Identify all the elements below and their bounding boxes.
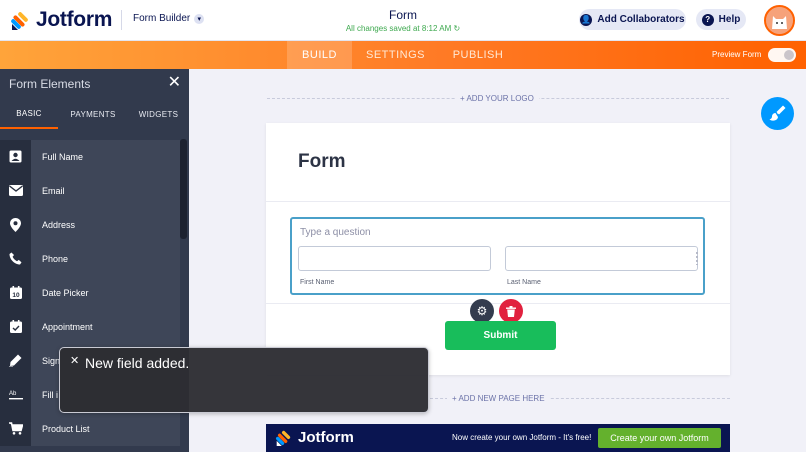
close-icon[interactable]: ✕	[70, 354, 79, 367]
save-status-text: All changes saved at 8:12 AM	[345, 24, 452, 33]
add-collaborators-button[interactable]: 👤 Add Collaborators	[579, 9, 686, 30]
form-card: Form Type a question First Name Last Nam…	[266, 123, 730, 375]
save-status: All changes saved at 8:12 AM ↻	[0, 24, 806, 33]
user-plus-icon: 👤	[580, 13, 593, 26]
gear-icon: ⚙	[476, 304, 488, 318]
svg-text:10: 10	[12, 292, 20, 299]
banner-text: Now create your own Jotform - It's free!	[452, 433, 592, 442]
preview-form-label: Preview Form	[712, 50, 762, 59]
drag-handle-icon[interactable]	[695, 251, 699, 265]
sidebar-item-label: Full Name	[31, 139, 180, 174]
pen-icon	[9, 354, 22, 367]
banner-logo-text: Jotform	[298, 429, 354, 446]
sidebar-item-appointment[interactable]: Appointment	[0, 309, 180, 344]
question-label[interactable]: Type a question	[300, 227, 371, 238]
jotform-promo-banner: Jotform Now create your own Jotform - It…	[266, 424, 730, 452]
full-name-field[interactable]: Type a question First Name Last Name	[290, 217, 705, 295]
tab-widgets[interactable]: WIDGETS	[128, 99, 189, 129]
avatar[interactable]	[764, 5, 795, 36]
sidebar-item-product-list[interactable]: Product List	[0, 411, 180, 446]
trash-icon	[506, 305, 516, 317]
element-tabs: BASIC PAYMENTS WIDGETS	[0, 99, 189, 129]
help-button[interactable]: ? Help	[696, 9, 746, 30]
preview-form-toggle[interactable]	[768, 48, 796, 62]
tab-build[interactable]: BUILD	[287, 41, 352, 69]
top-bar: Jotform Form Builder ▾ Form All changes …	[0, 0, 806, 41]
sidebar-item-label: Address	[31, 207, 180, 242]
first-name-sublabel: First Name	[300, 279, 335, 286]
fill-blank-icon: Ab	[8, 391, 23, 399]
sidebar-item-phone[interactable]: Phone	[0, 241, 180, 276]
form-heading[interactable]: Form	[298, 151, 346, 173]
builder-nav-bar: BUILD SETTINGS PUBLISH Preview Form	[0, 41, 806, 69]
sidebar-item-label: Product List	[31, 411, 180, 446]
person-card-icon	[9, 150, 22, 163]
sidebar-item-label: Date Picker	[31, 275, 180, 310]
create-jotform-button[interactable]: Create your own Jotform	[598, 428, 721, 448]
first-name-input[interactable]	[298, 246, 491, 271]
calendar-check-icon	[9, 320, 22, 333]
form-elements-title: Form Elements	[9, 77, 91, 91]
cart-icon	[8, 422, 23, 435]
delete-field-button[interactable]	[499, 299, 523, 323]
map-pin-icon	[10, 217, 21, 232]
last-name-sublabel: Last Name	[507, 279, 541, 286]
paint-brush-icon	[769, 105, 786, 121]
last-name-input[interactable]	[505, 246, 698, 271]
sidebar-item-date-picker[interactable]: 10 Date Picker	[0, 275, 180, 310]
tab-settings[interactable]: SETTINGS	[357, 41, 434, 69]
refresh-icon: ↻	[453, 24, 461, 33]
calendar-icon: 10	[9, 286, 22, 299]
banner-logo[interactable]: Jotform	[275, 429, 354, 446]
add-logo-link[interactable]: + ADD YOUR LOGO	[455, 94, 539, 103]
help-label: Help	[718, 14, 741, 25]
svg-text:Ab: Ab	[9, 391, 17, 397]
toast-message: New field added.	[85, 355, 190, 371]
card-divider	[266, 201, 730, 202]
submit-button[interactable]: Submit	[445, 321, 556, 350]
form-designer-button[interactable]	[761, 97, 794, 130]
phone-icon	[9, 252, 22, 265]
sidebar-item-address[interactable]: Address	[0, 207, 180, 242]
question-icon: ?	[701, 13, 714, 26]
close-icon[interactable]: ✕	[168, 75, 181, 91]
sidebar-item-full-name[interactable]: Full Name	[0, 139, 180, 174]
add-new-page-link[interactable]: + ADD NEW PAGE HERE	[447, 394, 550, 403]
sidebar-item-label: Phone	[31, 241, 180, 276]
toast-notification: ✕ New field added.	[59, 347, 429, 413]
sidebar-item-email[interactable]: Email	[0, 173, 180, 208]
tab-basic[interactable]: BASIC	[0, 99, 58, 129]
tab-publish[interactable]: PUBLISH	[444, 41, 512, 69]
form-elements-header: Form Elements	[0, 69, 189, 99]
sidebar-scrollbar[interactable]	[180, 139, 187, 239]
add-collaborators-label: Add Collaborators	[597, 14, 685, 25]
card-divider	[266, 303, 730, 304]
cat-avatar-icon	[766, 7, 793, 34]
envelope-icon	[8, 185, 23, 196]
sidebar-item-label: Appointment	[31, 309, 180, 344]
field-properties-button[interactable]: ⚙	[470, 299, 494, 323]
sidebar-item-label: Email	[31, 173, 180, 208]
tab-payments[interactable]: PAYMENTS	[58, 99, 128, 129]
jotform-logo-icon	[275, 430, 291, 446]
